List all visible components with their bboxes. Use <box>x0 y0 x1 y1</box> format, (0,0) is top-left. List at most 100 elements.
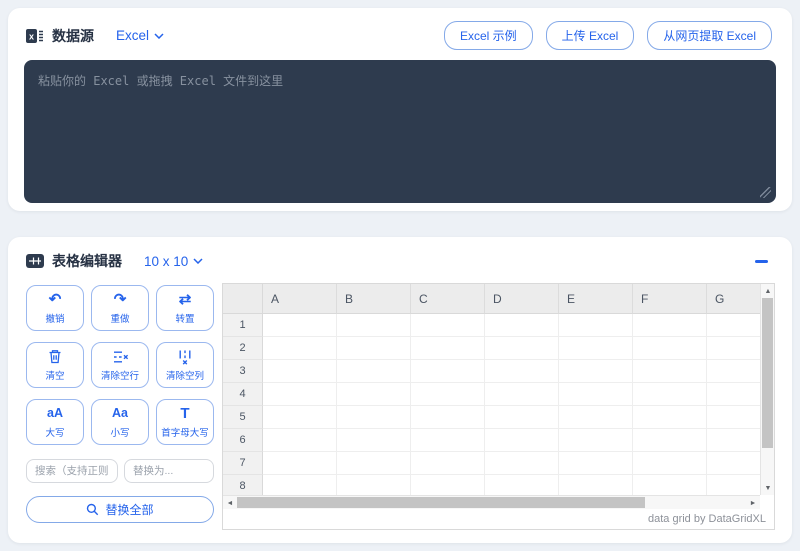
cell-A2[interactable] <box>263 337 337 360</box>
scroll-right-arrow-icon[interactable]: ► <box>746 496 760 510</box>
horizontal-scrollbar[interactable]: ◄ ► <box>223 495 760 509</box>
column-header-C[interactable]: C <box>411 284 485 314</box>
cell-E6[interactable] <box>559 429 633 452</box>
cell-C5[interactable] <box>411 406 485 429</box>
cell-D6[interactable] <box>485 429 559 452</box>
excel-sample-button[interactable]: Excel 示例 <box>444 21 533 50</box>
excel-paste-textarea[interactable] <box>24 60 776 203</box>
cell-G4[interactable] <box>707 383 760 406</box>
uppercase-button[interactable]: aA 大写 <box>26 399 84 445</box>
cell-F3[interactable] <box>633 360 707 383</box>
cell-B4[interactable] <box>337 383 411 406</box>
cell-G2[interactable] <box>707 337 760 360</box>
remove-empty-rows-button[interactable]: 清除空行 <box>91 342 149 388</box>
cell-E7[interactable] <box>559 452 633 475</box>
cell-A6[interactable] <box>263 429 337 452</box>
row-header-1[interactable]: 1 <box>223 314 263 337</box>
cell-D1[interactable] <box>485 314 559 337</box>
cell-C2[interactable] <box>411 337 485 360</box>
cell-G3[interactable] <box>707 360 760 383</box>
cell-C8[interactable] <box>411 475 485 495</box>
cell-E3[interactable] <box>559 360 633 383</box>
row-header-4[interactable]: 4 <box>223 383 263 406</box>
cell-G6[interactable] <box>707 429 760 452</box>
cell-E2[interactable] <box>559 337 633 360</box>
clear-button[interactable]: 清空 <box>26 342 84 388</box>
cell-B3[interactable] <box>337 360 411 383</box>
column-header-F[interactable]: F <box>633 284 707 314</box>
scroll-down-arrow-icon[interactable]: ▼ <box>761 481 775 495</box>
collapse-section-button[interactable] <box>750 250 772 272</box>
cell-D2[interactable] <box>485 337 559 360</box>
row-header-8[interactable]: 8 <box>223 475 263 495</box>
extract-from-web-button[interactable]: 从网页提取 Excel <box>647 21 772 50</box>
vertical-scrollbar-thumb[interactable] <box>762 298 773 448</box>
cell-A7[interactable] <box>263 452 337 475</box>
capitalize-button[interactable]: T 首字母大写 <box>156 399 214 445</box>
cell-E8[interactable] <box>559 475 633 495</box>
cell-B1[interactable] <box>337 314 411 337</box>
scroll-left-arrow-icon[interactable]: ◄ <box>223 496 237 510</box>
horizontal-scrollbar-thumb[interactable] <box>237 497 645 508</box>
column-header-B[interactable]: B <box>337 284 411 314</box>
cell-B7[interactable] <box>337 452 411 475</box>
row-header-2[interactable]: 2 <box>223 337 263 360</box>
cell-E4[interactable] <box>559 383 633 406</box>
cell-F7[interactable] <box>633 452 707 475</box>
cell-E1[interactable] <box>559 314 633 337</box>
cell-F1[interactable] <box>633 314 707 337</box>
cell-C3[interactable] <box>411 360 485 383</box>
grid-credit[interactable]: data grid by DataGridXL <box>223 509 774 529</box>
cell-E5[interactable] <box>559 406 633 429</box>
row-header-5[interactable]: 5 <box>223 406 263 429</box>
grid-size-selector[interactable]: 10 x 10 <box>144 254 203 269</box>
cell-B6[interactable] <box>337 429 411 452</box>
cell-C1[interactable] <box>411 314 485 337</box>
cell-A3[interactable] <box>263 360 337 383</box>
cell-F5[interactable] <box>633 406 707 429</box>
cell-F8[interactable] <box>633 475 707 495</box>
search-input[interactable] <box>26 459 118 483</box>
cell-G1[interactable] <box>707 314 760 337</box>
cell-D5[interactable] <box>485 406 559 429</box>
upload-excel-button[interactable]: 上传 Excel <box>546 21 635 50</box>
cell-F2[interactable] <box>633 337 707 360</box>
column-header-E[interactable]: E <box>559 284 633 314</box>
replace-input[interactable] <box>124 459 214 483</box>
cell-A1[interactable] <box>263 314 337 337</box>
replace-all-button[interactable]: 替换全部 <box>26 496 214 523</box>
scroll-up-arrow-icon[interactable]: ▲ <box>761 284 775 298</box>
cell-B2[interactable] <box>337 337 411 360</box>
grid-corner-cell[interactable] <box>223 284 263 314</box>
cell-D3[interactable] <box>485 360 559 383</box>
cell-D7[interactable] <box>485 452 559 475</box>
cell-A5[interactable] <box>263 406 337 429</box>
lowercase-button[interactable]: Aa 小写 <box>91 399 149 445</box>
cell-C7[interactable] <box>411 452 485 475</box>
column-header-A[interactable]: A <box>263 284 337 314</box>
resize-handle[interactable] <box>760 187 771 198</box>
transpose-button[interactable]: ⇄ 转置 <box>156 285 214 331</box>
cell-C6[interactable] <box>411 429 485 452</box>
redo-button[interactable]: ↷ 重做 <box>91 285 149 331</box>
column-header-D[interactable]: D <box>485 284 559 314</box>
data-type-selector[interactable]: Excel <box>116 28 164 43</box>
remove-empty-cols-button[interactable]: 清除空列 <box>156 342 214 388</box>
row-header-7[interactable]: 7 <box>223 452 263 475</box>
cell-G8[interactable] <box>707 475 760 495</box>
column-header-G[interactable]: G <box>707 284 760 314</box>
cell-D4[interactable] <box>485 383 559 406</box>
cell-B8[interactable] <box>337 475 411 495</box>
cell-B5[interactable] <box>337 406 411 429</box>
cell-D8[interactable] <box>485 475 559 495</box>
cell-G7[interactable] <box>707 452 760 475</box>
cell-A8[interactable] <box>263 475 337 495</box>
undo-button[interactable]: ↶ 撤销 <box>26 285 84 331</box>
cell-C4[interactable] <box>411 383 485 406</box>
row-header-6[interactable]: 6 <box>223 429 263 452</box>
vertical-scrollbar[interactable]: ▲ ▼ <box>760 284 774 495</box>
cell-A4[interactable] <box>263 383 337 406</box>
cell-F4[interactable] <box>633 383 707 406</box>
cell-G5[interactable] <box>707 406 760 429</box>
row-header-3[interactable]: 3 <box>223 360 263 383</box>
